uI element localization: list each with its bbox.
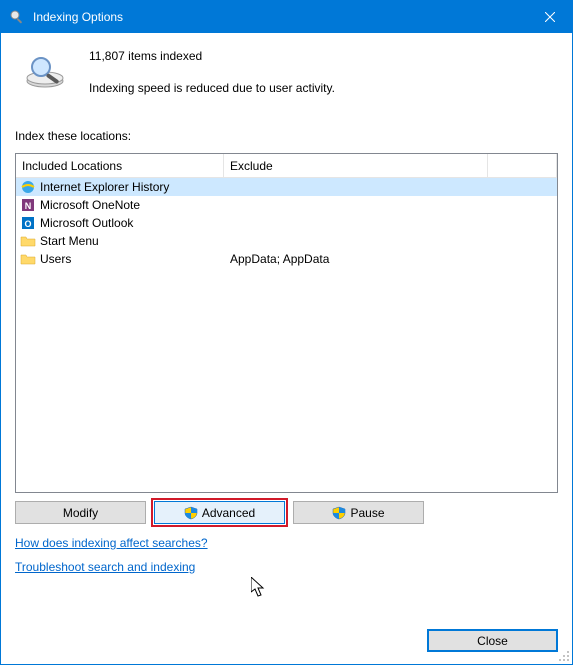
pause-button[interactable]: Pause: [293, 501, 424, 524]
modify-button[interactable]: Modify: [15, 501, 146, 524]
column-exclude[interactable]: Exclude: [224, 154, 488, 178]
cell-location: Internet Explorer History: [16, 179, 224, 195]
table-row[interactable]: Users AppData; AppData: [16, 250, 557, 268]
troubleshoot-link[interactable]: Troubleshoot search and indexing: [15, 560, 195, 574]
index-locations-label: Index these locations:: [15, 129, 558, 143]
close-dialog-button[interactable]: Close: [427, 629, 558, 652]
status-text: 11,807 items indexed Indexing speed is r…: [89, 47, 335, 95]
cell-location: Start Menu: [16, 233, 224, 249]
cell-location: N Microsoft OneNote: [16, 197, 224, 213]
button-row: Modify Advanced Pause: [15, 501, 558, 524]
cell-location-text: Internet Explorer History: [40, 180, 169, 194]
advanced-button-label: Advanced: [202, 506, 255, 520]
status-row: 11,807 items indexed Indexing speed is r…: [15, 47, 558, 99]
outlook-icon: O: [20, 215, 36, 231]
ie-icon: [20, 179, 36, 195]
shield-icon: [332, 506, 346, 520]
magnifier-large-icon: [23, 51, 71, 99]
cell-location-text: Microsoft OneNote: [40, 198, 140, 212]
cell-exclude: AppData; AppData: [224, 252, 488, 266]
svg-text:N: N: [25, 201, 32, 211]
listview-body[interactable]: Internet Explorer History N Microsoft OneN…: [16, 178, 557, 492]
indexing-speed-note: Indexing speed is reduced due to user ac…: [89, 81, 335, 95]
table-row[interactable]: O Microsoft Outlook: [16, 214, 557, 232]
indexing-options-window: Indexing Options 11,807 items indexed In…: [0, 0, 573, 665]
table-row[interactable]: Internet Explorer History: [16, 178, 557, 196]
listview-header: Included Locations Exclude: [16, 154, 557, 178]
modify-button-label: Modify: [63, 506, 98, 520]
pause-button-label: Pause: [350, 506, 384, 520]
client-area: 11,807 items indexed Indexing speed is r…: [1, 33, 572, 629]
shield-icon: [184, 506, 198, 520]
locations-listview[interactable]: Included Locations Exclude Internet Expl…: [15, 153, 558, 493]
column-included[interactable]: Included Locations: [16, 154, 224, 178]
cell-location: Users: [16, 251, 224, 267]
column-blank: [488, 154, 557, 178]
svg-text:O: O: [24, 219, 31, 229]
footer-row: Close: [1, 629, 572, 664]
advanced-button[interactable]: Advanced: [154, 501, 285, 524]
window-title: Indexing Options: [33, 10, 527, 24]
cell-location-text: Users: [40, 252, 71, 266]
magnifier-icon: [9, 9, 25, 25]
cell-location-text: Start Menu: [40, 234, 99, 248]
cell-location-text: Microsoft Outlook: [40, 216, 133, 230]
folder-icon: [20, 233, 36, 249]
how-indexing-link[interactable]: How does indexing affect searches?: [15, 536, 208, 550]
close-button[interactable]: [527, 1, 572, 33]
cell-location: O Microsoft Outlook: [16, 215, 224, 231]
table-row[interactable]: Start Menu: [16, 232, 557, 250]
onenote-icon: N: [20, 197, 36, 213]
links-area: How does indexing affect searches? Troub…: [15, 536, 558, 574]
close-button-label: Close: [477, 634, 508, 648]
folder-icon: [20, 251, 36, 267]
table-row[interactable]: N Microsoft OneNote: [16, 196, 557, 214]
titlebar: Indexing Options: [1, 1, 572, 33]
items-indexed-count: 11,807 items indexed: [89, 49, 335, 63]
